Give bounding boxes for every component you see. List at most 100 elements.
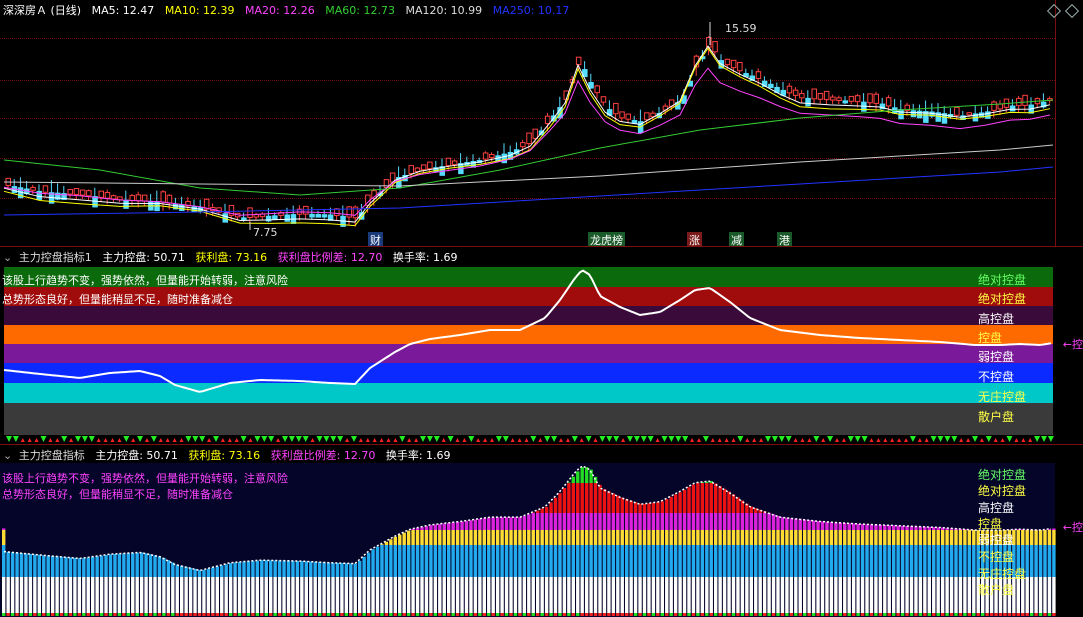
bar-base-tick (829, 613, 834, 616)
bar-control-segment (878, 530, 883, 545)
bar-high-segment (803, 519, 807, 530)
bar-retail-segment (567, 577, 571, 613)
bar-high-segment (571, 513, 575, 530)
bar-control-segment (945, 530, 949, 545)
bar-base-tick (589, 613, 593, 616)
bar-retail-segment (33, 577, 37, 613)
bar-high-segment (558, 513, 562, 530)
bar-high-segment (429, 525, 433, 530)
up-signal-triangle (310, 438, 315, 442)
down-signal-triangle (316, 436, 323, 442)
bar-weak-segment (366, 552, 371, 577)
panel2-collapse-icon[interactable]: ⌄ (3, 449, 12, 462)
panel2-label-high: 高控盘 (978, 501, 1015, 515)
bar-base-tick (949, 613, 954, 616)
bar-high-segment (527, 514, 531, 530)
bar-weak-segment (949, 545, 954, 577)
bar-weak-segment (188, 567, 193, 577)
bar-base-tick (771, 613, 776, 616)
bar-absolute-segment (558, 493, 562, 513)
bar-retail-segment (442, 577, 446, 613)
bar-high-segment (536, 513, 540, 530)
expand-diamond-icon[interactable] (1064, 3, 1080, 19)
candle-body (786, 85, 793, 94)
up-signal-triangle (55, 438, 60, 442)
bar-weak-segment (963, 545, 967, 577)
event-marker-hk[interactable]: 港 (777, 232, 792, 246)
candle-body (73, 188, 80, 196)
bar-weak-segment (1047, 545, 1052, 577)
bar-weak-segment (491, 545, 495, 577)
bar-base-tick (518, 613, 522, 616)
bar-base-tick (785, 613, 789, 616)
bar-high-segment (705, 513, 709, 530)
bar-weak-segment (714, 545, 718, 577)
event-marker-limit-up[interactable]: 涨 (687, 232, 702, 246)
event-marker-finance[interactable]: 财 (368, 232, 383, 246)
event-marker-dragon-tiger[interactable]: 龙虎榜 (588, 232, 625, 246)
panel2-title[interactable]: 主力控盘指标 (19, 449, 85, 462)
up-signal-triangle (69, 438, 74, 442)
bar-high-segment (638, 513, 642, 530)
stock-title[interactable]: 深深房Ａ (日线) (3, 4, 81, 17)
bar-base-tick (224, 613, 228, 616)
up-signal-triangle (158, 438, 163, 442)
bar-retail-segment (856, 577, 860, 613)
bar-weak-segment (633, 545, 638, 577)
bar-retail-segment (246, 577, 251, 613)
bar-weak-segment (411, 545, 415, 577)
bar-weak-segment (264, 560, 268, 577)
bar-retail-segment (794, 577, 798, 613)
bar-absolute-segment (571, 483, 575, 513)
bar-base-tick (37, 613, 41, 616)
bar-retail-segment (104, 577, 108, 613)
bar-weak-segment (95, 556, 99, 577)
bar-control-segment (780, 530, 785, 545)
bar-retail-segment (228, 577, 233, 613)
bar-weak-segment (309, 561, 313, 577)
bar-weak-segment (162, 557, 166, 577)
indicator-panel-1[interactable]: ⌄ 主力控盘指标1 主力控盘: 50.71 获利盘: 73.16 获利盘比例差:… (0, 247, 1083, 444)
up-signal-triangle (517, 438, 522, 442)
bar-base-tick (353, 613, 357, 616)
bar-control-segment (927, 530, 931, 545)
bar-retail-segment (847, 577, 851, 613)
bar-base-tick (869, 613, 874, 616)
down-signal-triangle (771, 436, 778, 442)
bar-high-segment (820, 521, 825, 530)
down-signal-triangle (861, 436, 868, 442)
bar-weak-segment (584, 545, 589, 577)
control-value-line (3, 269, 1052, 393)
bar-retail-segment (513, 577, 518, 613)
panel1-collapse-icon[interactable]: ⌄ (3, 251, 12, 264)
bar-base-tick (349, 613, 353, 616)
bar-retail-segment (740, 577, 745, 613)
bar-weak-segment (504, 545, 509, 577)
bar-control-segment (642, 530, 647, 545)
bar-retail-segment (678, 577, 682, 613)
bar-control-segment (629, 530, 633, 545)
down-signal-triangle (702, 436, 709, 442)
bar-base-tick (24, 613, 28, 616)
bar-control-segment (731, 530, 736, 545)
panel1-title[interactable]: 主力控盘指标1 (19, 251, 92, 264)
bar-base-tick (798, 613, 802, 616)
kline-chart[interactable]: 深深房Ａ (日线) MA5: 12.47 MA10: 12.39 MA20: 1… (0, 0, 1083, 246)
bar-base-tick (767, 613, 771, 616)
bar-base-tick (820, 613, 825, 616)
bar-high-segment (851, 523, 856, 530)
bar-retail-segment (313, 577, 317, 613)
event-marker-reduce[interactable]: 减 (729, 232, 744, 246)
bar-base-tick (313, 613, 317, 616)
bar-weak-segment (780, 545, 785, 577)
bar-retail-segment (304, 577, 308, 613)
bar-base-tick (309, 613, 313, 616)
bar-retail-segment (607, 577, 611, 613)
indicator-panel-2[interactable]: ⌄ 主力控盘指标 主力控盘: 50.71 获利盘: 73.16 获利盘比例差: … (0, 445, 1083, 617)
bar-high-segment (540, 513, 544, 530)
bar-control-segment (963, 530, 967, 545)
bar-base-tick (896, 613, 900, 616)
bar-base-tick (220, 613, 224, 616)
bar-retail-segment (251, 577, 255, 613)
bar-high-segment (455, 521, 460, 530)
